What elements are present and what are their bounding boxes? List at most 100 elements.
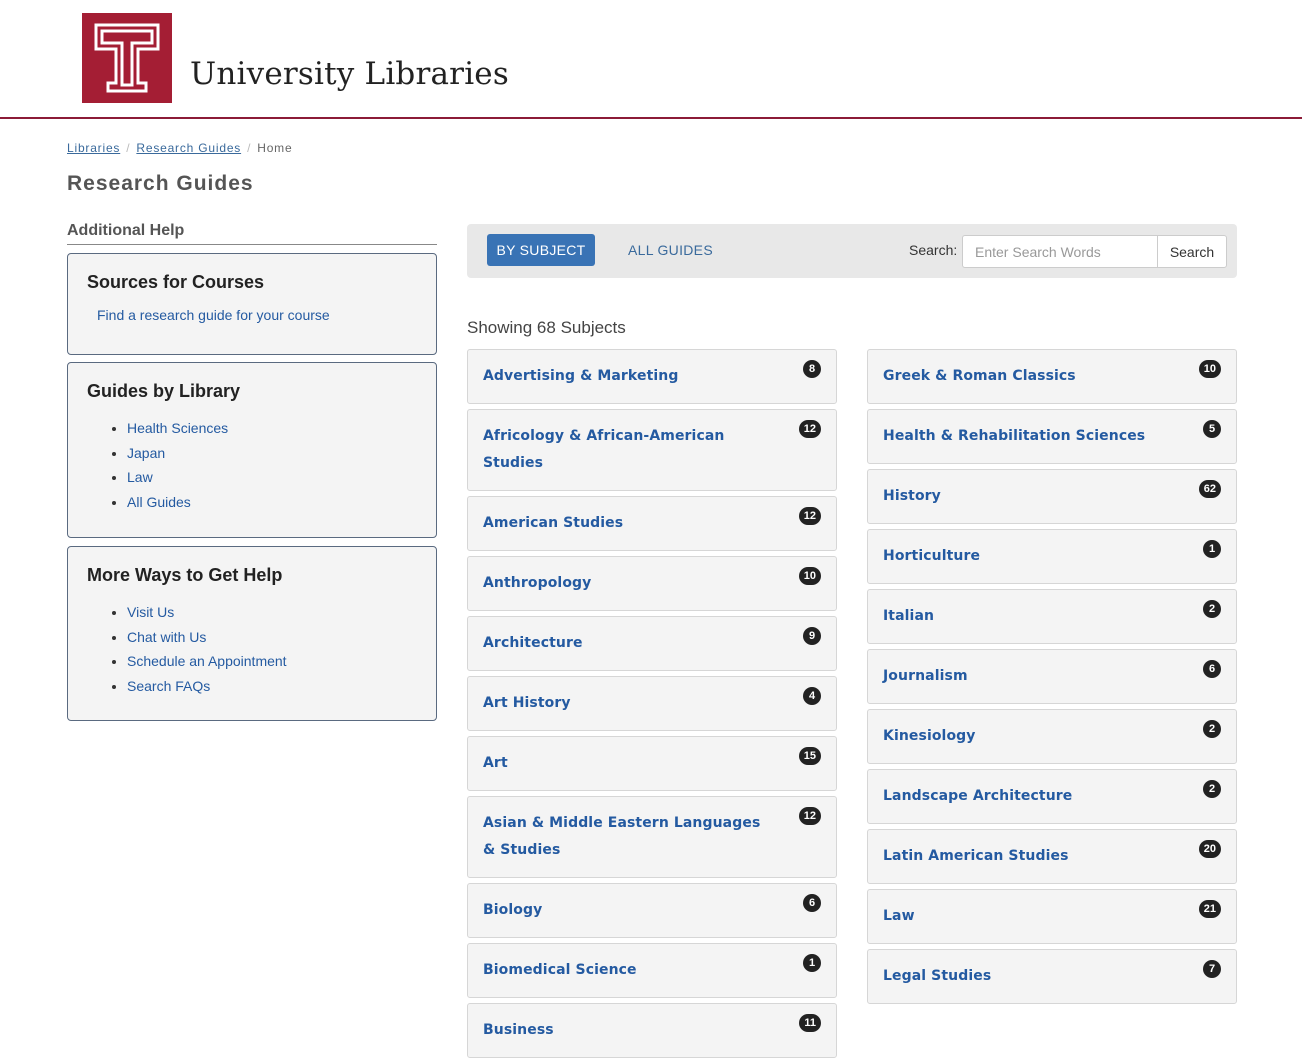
subject-link[interactable]: American Studies bbox=[483, 510, 776, 537]
subject-item[interactable]: Greek & Roman Classics 10 bbox=[867, 349, 1237, 404]
subject-item[interactable]: Advertising & Marketing 8 bbox=[467, 349, 837, 404]
subject-column-left: Advertising & Marketing 8 Africology & Afr… bbox=[467, 349, 837, 1063]
subject-item[interactable]: Asian & Middle Eastern Languages & Studi… bbox=[467, 796, 837, 878]
search-faqs-link[interactable]: Search FAQs bbox=[127, 678, 210, 694]
guide-count-badge: 7 bbox=[1203, 960, 1221, 978]
guides-by-library-title: Guides by Library bbox=[87, 381, 241, 401]
subject-link[interactable]: Legal Studies bbox=[883, 963, 1176, 990]
subject-item[interactable]: Law 21 bbox=[867, 889, 1237, 944]
library-list: Health Sciences Japan Law All Guides bbox=[127, 416, 417, 514]
guide-count-badge: 12 bbox=[798, 807, 821, 825]
subject-link[interactable]: Latin American Studies bbox=[883, 843, 1176, 870]
breadcrumb-separator: / bbox=[126, 141, 131, 155]
subject-link[interactable]: History bbox=[883, 483, 1176, 510]
subject-item[interactable]: Biology 6 bbox=[467, 883, 837, 938]
guide-count-badge: 2 bbox=[1203, 720, 1221, 738]
subject-link[interactable]: Art History bbox=[483, 690, 776, 717]
subject-link[interactable]: Kinesiology bbox=[883, 723, 1176, 750]
subject-item[interactable]: Landscape Architecture 2 bbox=[867, 769, 1237, 824]
subjects-count-text: Showing 68 Subjects bbox=[467, 318, 626, 337]
subject-column-right: Greek & Roman Classics 10 Health & Rehabil… bbox=[867, 349, 1237, 1009]
subject-link[interactable]: Law bbox=[883, 903, 1176, 930]
subject-link[interactable]: Landscape Architecture bbox=[883, 783, 1176, 810]
breadcrumb-current: Home bbox=[257, 141, 293, 155]
subject-item[interactable]: Italian 2 bbox=[867, 589, 1237, 644]
library-link-japan[interactable]: Japan bbox=[127, 445, 165, 461]
subject-item[interactable]: Africology & African-American Studies 12 bbox=[467, 409, 837, 491]
list-item: Visit Us bbox=[127, 600, 417, 625]
help-list: Visit Us Chat with Us Schedule an Appoin… bbox=[127, 600, 417, 698]
search-label: Search: bbox=[909, 242, 958, 258]
search-input[interactable] bbox=[962, 235, 1158, 268]
guide-count-badge: 12 bbox=[798, 420, 821, 438]
sources-for-courses-box: Sources for Courses Find a research guid… bbox=[67, 253, 437, 355]
university-logo[interactable] bbox=[82, 13, 172, 103]
temple-t-icon bbox=[94, 23, 160, 93]
subject-item[interactable]: Kinesiology 2 bbox=[867, 709, 1237, 764]
subject-item[interactable]: Business 11 bbox=[467, 1003, 837, 1058]
guide-count-badge: 10 bbox=[1198, 360, 1221, 378]
sidebar-heading: Additional Help bbox=[67, 222, 437, 245]
tab-all-guides[interactable]: ALL GUIDES bbox=[628, 242, 713, 258]
sources-for-courses-title: Sources for Courses bbox=[87, 272, 265, 292]
subject-item[interactable]: Horticulture 1 bbox=[867, 529, 1237, 584]
list-item: Schedule an Appointment bbox=[127, 649, 417, 674]
subject-item[interactable]: History 62 bbox=[867, 469, 1237, 524]
guide-count-badge: 1 bbox=[1203, 540, 1221, 558]
subject-item[interactable]: Anthropology 10 bbox=[467, 556, 837, 611]
guide-count-badge: 2 bbox=[1203, 780, 1221, 798]
subject-item[interactable]: Health & Rehabilitation Sciences 5 bbox=[867, 409, 1237, 464]
more-help-box: More Ways to Get Help Visit Us Chat with… bbox=[67, 546, 437, 721]
subject-link[interactable]: Biomedical Science bbox=[483, 957, 776, 984]
guide-count-badge: 10 bbox=[798, 567, 821, 585]
subject-link[interactable]: Biology bbox=[483, 897, 776, 924]
subject-item[interactable]: Architecture 9 bbox=[467, 616, 837, 671]
schedule-appointment-link[interactable]: Schedule an Appointment bbox=[127, 653, 287, 669]
library-link-all-guides[interactable]: All Guides bbox=[127, 494, 191, 510]
subject-link[interactable]: Health & Rehabilitation Sciences bbox=[883, 423, 1176, 450]
subject-link[interactable]: Art bbox=[483, 750, 776, 777]
subject-item[interactable]: Art History 4 bbox=[467, 676, 837, 731]
tab-by-subject[interactable]: BY SUBJECT bbox=[487, 234, 595, 266]
subject-item[interactable]: Legal Studies 7 bbox=[867, 949, 1237, 1004]
chat-with-us-link[interactable]: Chat with Us bbox=[127, 629, 206, 645]
subject-item[interactable]: Biomedical Science 1 bbox=[467, 943, 837, 998]
breadcrumb-libraries[interactable]: Libraries bbox=[67, 141, 120, 155]
subject-item[interactable]: Art 15 bbox=[467, 736, 837, 791]
more-help-title: More Ways to Get Help bbox=[87, 565, 283, 585]
subject-link[interactable]: Africology & African-American Studies bbox=[483, 423, 776, 477]
subject-link[interactable]: Asian & Middle Eastern Languages & Studi… bbox=[483, 810, 776, 864]
subject-link[interactable]: Journalism bbox=[883, 663, 1176, 690]
subject-link[interactable]: Greek & Roman Classics bbox=[883, 363, 1176, 390]
list-item: Law bbox=[127, 465, 417, 490]
subject-link[interactable]: Advertising & Marketing bbox=[483, 363, 776, 390]
site-title[interactable]: University Libraries bbox=[190, 56, 509, 92]
guide-count-badge: 5 bbox=[1203, 420, 1221, 438]
subject-item[interactable]: Latin American Studies 20 bbox=[867, 829, 1237, 884]
visit-us-link[interactable]: Visit Us bbox=[127, 604, 174, 620]
subject-link[interactable]: Architecture bbox=[483, 630, 776, 657]
subject-link[interactable]: Business bbox=[483, 1017, 776, 1044]
library-link-law[interactable]: Law bbox=[127, 469, 153, 485]
site-header: University Libraries bbox=[0, 0, 1302, 119]
subject-link[interactable]: Anthropology bbox=[483, 570, 776, 597]
library-link-health-sciences[interactable]: Health Sciences bbox=[127, 420, 228, 436]
list-item: Health Sciences bbox=[127, 416, 417, 441]
guide-count-badge: 4 bbox=[803, 687, 821, 705]
subject-link[interactable]: Horticulture bbox=[883, 543, 1176, 570]
list-item: Chat with Us bbox=[127, 625, 417, 650]
find-course-guide-link[interactable]: Find a research guide for your course bbox=[97, 307, 330, 323]
guide-count-badge: 9 bbox=[803, 627, 821, 645]
list-item: Search FAQs bbox=[127, 674, 417, 699]
subject-item[interactable]: Journalism 6 bbox=[867, 649, 1237, 704]
guide-count-badge: 20 bbox=[1198, 840, 1221, 858]
breadcrumb-separator: / bbox=[247, 141, 252, 155]
subject-link[interactable]: Italian bbox=[883, 603, 1176, 630]
breadcrumb: Libraries / Research Guides / Home bbox=[67, 141, 292, 155]
guide-count-badge: 6 bbox=[803, 894, 821, 912]
guide-count-badge: 21 bbox=[1198, 900, 1221, 918]
search-button[interactable]: Search bbox=[1157, 235, 1227, 268]
breadcrumb-research-guides[interactable]: Research Guides bbox=[136, 141, 241, 155]
list-item: Japan bbox=[127, 441, 417, 466]
subject-item[interactable]: American Studies 12 bbox=[467, 496, 837, 551]
